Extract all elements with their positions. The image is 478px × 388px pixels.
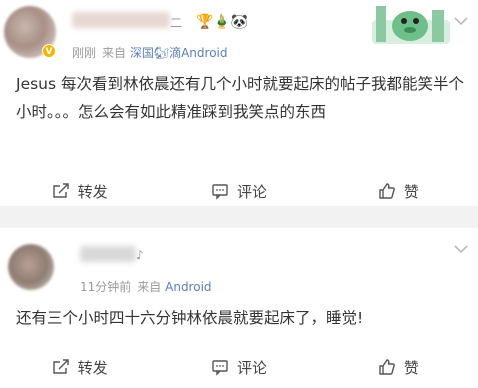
username-blurred[interactable] — [80, 246, 136, 262]
source-prefix: 来自 — [102, 46, 127, 60]
like-icon — [379, 183, 395, 199]
avatar[interactable] — [8, 244, 54, 290]
repost-icon — [52, 183, 69, 198]
post-text: 还有三个小时四十六分钟林依晨就要起床了，睡觉! — [16, 309, 364, 327]
repost-label: 转发 — [77, 182, 108, 201]
repost-icon — [52, 359, 69, 374]
repost-label: 转发 — [77, 358, 108, 377]
username-tail: ♪ — [136, 248, 144, 262]
post-actions: 转发 评论 赞 — [0, 174, 478, 208]
feed-post: V 二 🏆🎍🐼 刚刚 来自 深国🐿滴Android Jesus 每次看到林依晨还有… — [0, 0, 478, 206]
post-text: Jesus 每次看到林依晨还有几个小时就要起床的帖子我都能笑半个小时。。。怎么会… — [16, 75, 465, 121]
comment-icon — [212, 360, 228, 376]
feed-divider — [0, 206, 478, 228]
user-badges: 🏆🎍🐼 — [196, 14, 249, 30]
chevron-down-icon[interactable] — [454, 242, 468, 258]
post-source[interactable]: 深国🐿滴Android — [130, 46, 228, 60]
repost-button[interactable]: 转发 — [0, 174, 159, 208]
comment-icon — [212, 184, 228, 200]
post-time: 11分钟前 — [80, 280, 132, 294]
like-button[interactable]: 赞 — [319, 350, 478, 384]
repost-button[interactable]: 转发 — [0, 350, 159, 384]
post-source[interactable]: Android — [165, 280, 211, 294]
like-icon — [379, 359, 395, 375]
username-tail: 二 — [170, 16, 183, 30]
post-actions: 转发 评论 赞 — [0, 350, 478, 384]
comment-label: 评论 — [236, 358, 267, 377]
comment-button[interactable]: 评论 — [159, 350, 318, 384]
chevron-down-icon[interactable] — [454, 14, 468, 30]
post-meta: 刚刚 来自 深国🐿滴Android — [72, 44, 228, 61]
source-prefix: 来自 — [137, 280, 162, 294]
dinosaur-sticker-icon — [372, 6, 450, 44]
post-time: 刚刚 — [72, 46, 97, 60]
like-label: 赞 — [403, 358, 419, 377]
username-blurred[interactable] — [72, 12, 170, 28]
verified-badge-icon: V — [42, 44, 56, 58]
like-button[interactable]: 赞 — [319, 174, 478, 208]
like-label: 赞 — [403, 182, 419, 201]
comment-button[interactable]: 评论 — [159, 174, 318, 208]
post-meta: 11分钟前 来自 Android — [80, 278, 212, 295]
comment-label: 评论 — [236, 182, 267, 201]
